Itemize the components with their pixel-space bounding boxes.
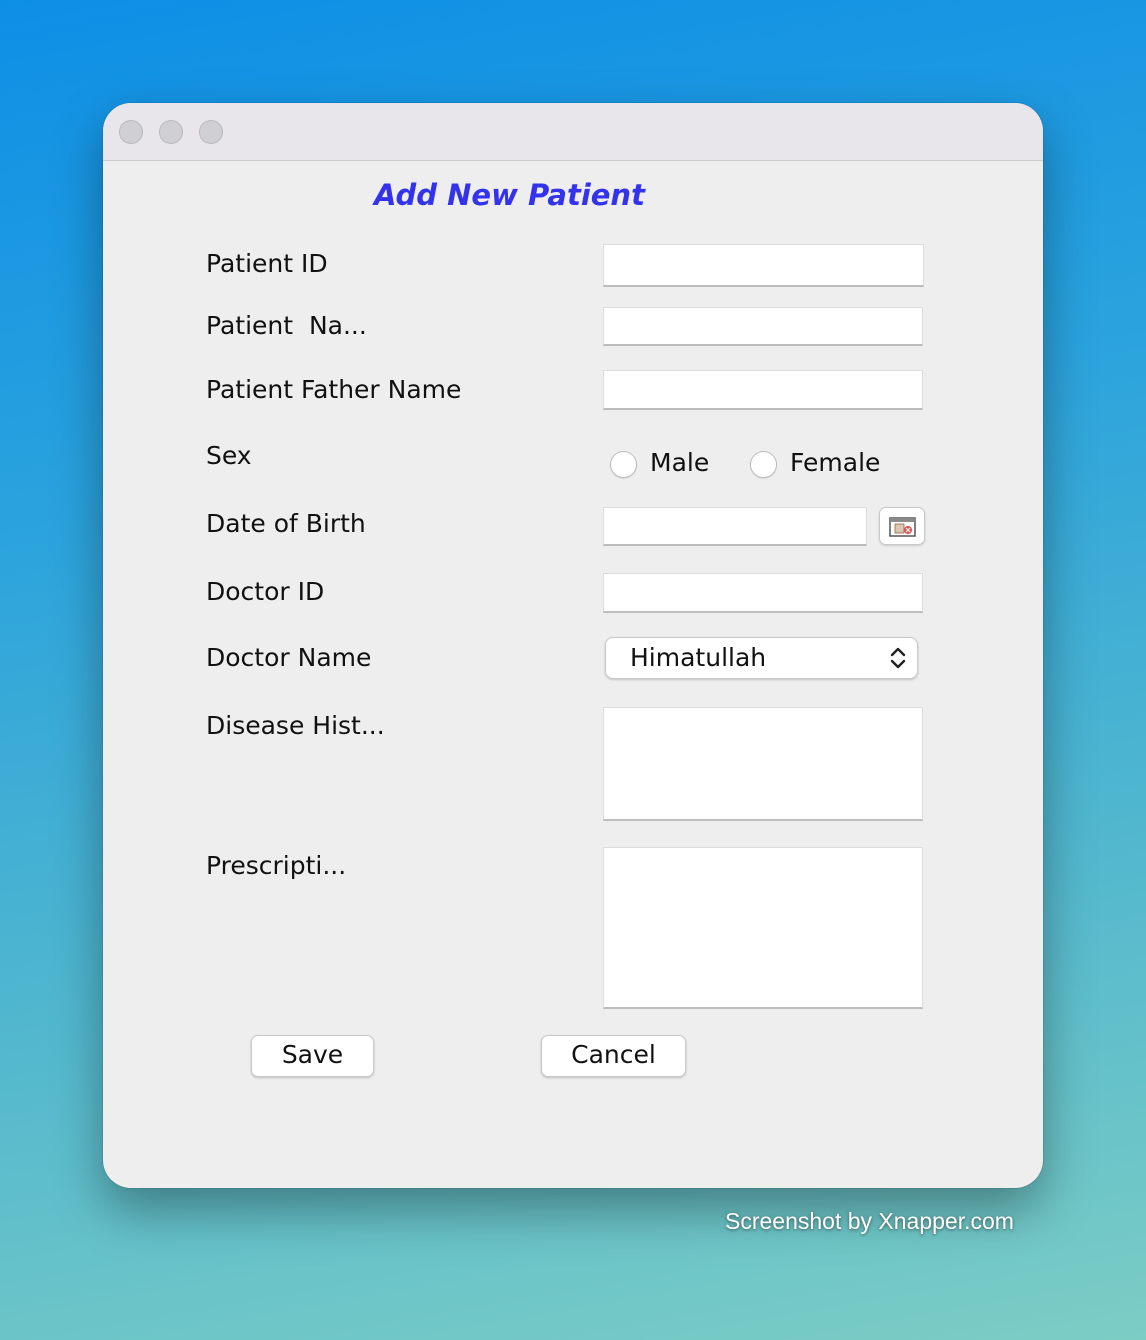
date-picker-button[interactable] — [879, 507, 925, 545]
patient-name-input[interactable] — [603, 307, 923, 346]
disease-history-label: Disease Hist... — [206, 711, 385, 740]
female-radio[interactable] — [750, 451, 777, 478]
watermark-text: Screenshot by Xnapper.com — [725, 1208, 1014, 1234]
patient-name-label: Patient Na... — [206, 311, 367, 340]
doctor-name-select[interactable]: Himatullah — [605, 637, 918, 679]
male-radio-label[interactable]: Male — [650, 448, 709, 477]
dob-input[interactable] — [603, 507, 867, 546]
doctor-id-label: Doctor ID — [206, 577, 325, 606]
title-bar[interactable] — [103, 103, 1043, 161]
patient-id-input[interactable] — [603, 244, 924, 287]
zoom-window-button[interactable] — [199, 120, 223, 144]
cancel-button[interactable]: Cancel — [541, 1035, 686, 1077]
prescription-label: Prescripti... — [206, 851, 347, 880]
doctor-name-label: Doctor Name — [206, 643, 372, 672]
patient-id-label: Patient ID — [206, 249, 328, 278]
father-name-label: Patient Father Name — [206, 375, 462, 404]
female-radio-label[interactable]: Female — [790, 448, 880, 477]
calendar-icon — [889, 517, 916, 537]
form-title: Add New Patient — [374, 178, 645, 212]
doctor-id-input[interactable] — [603, 573, 923, 613]
male-radio[interactable] — [610, 451, 637, 478]
up-down-chevron-icon — [890, 647, 906, 669]
save-button[interactable]: Save — [251, 1035, 374, 1077]
dob-label: Date of Birth — [206, 509, 366, 538]
close-window-button[interactable] — [119, 120, 143, 144]
minimize-window-button[interactable] — [159, 120, 183, 144]
father-name-input[interactable] — [603, 370, 923, 410]
doctor-name-selected: Himatullah — [630, 643, 767, 672]
add-patient-window: Add New Patient Patient ID Patient Na...… — [103, 103, 1043, 1188]
disease-history-textarea[interactable] — [603, 707, 923, 821]
prescription-textarea[interactable] — [603, 847, 923, 1009]
sex-label: Sex — [206, 441, 252, 470]
